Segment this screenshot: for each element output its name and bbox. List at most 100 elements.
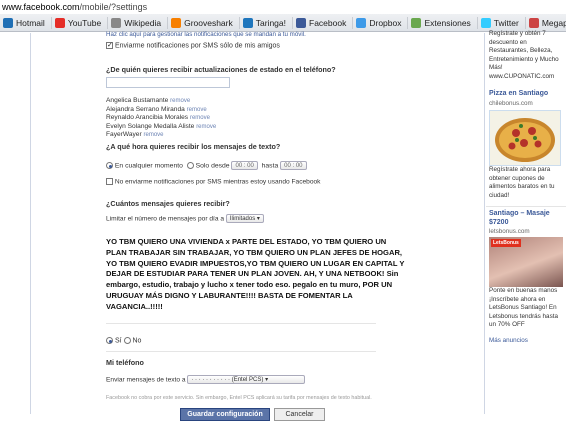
- no-radio[interactable]: [123, 337, 131, 344]
- more-ads-link[interactable]: Más anuncios: [489, 337, 528, 344]
- limit-select[interactable]: Ilimitados ▾: [225, 214, 264, 223]
- bookmark-label: Extensiones: [424, 17, 471, 28]
- ad-cuponatic[interactable]: Regístrate y obtén 7 descuento en Restau…: [489, 30, 566, 81]
- ad-pizza-body: Regístrate ahora para obtener cupones de…: [489, 166, 555, 199]
- phone-number-value: · · · · · · · · · · ·: [191, 377, 231, 383]
- remove-friend-link[interactable]: remove: [144, 132, 164, 138]
- bookmark-favicon-icon: [296, 17, 306, 28]
- no-sms-while-online-label: No enviarme notificaciones por SMS mient…: [114, 178, 321, 186]
- from-time-select[interactable]: 00 : 00: [231, 161, 258, 170]
- friend-name: Reynaldo Arancibia Morales: [106, 114, 189, 122]
- bookmark-label: YouTube: [67, 17, 102, 28]
- bookmark-label: Megapost de Película: [541, 17, 566, 28]
- friends-list: Angelica Bustamante remove Alejandra Serr…: [106, 97, 216, 140]
- ad-pizza-title[interactable]: Pizza en Santiago: [489, 90, 548, 97]
- friend-search-input-wrap: [106, 77, 230, 90]
- bookmark-item[interactable]: Facebook: [293, 16, 354, 29]
- only-from-label: Solo desde: [195, 162, 230, 170]
- bookmark-favicon-icon: [480, 17, 491, 28]
- left-gutter: [0, 33, 30, 414]
- time-options-row: En cualquier momento Solo desde 00 : 00 …: [106, 161, 307, 170]
- bookmark-favicon-icon: [356, 17, 367, 28]
- pizza-icon: [495, 118, 555, 162]
- status-text: YO TBM QUIERO UNA VIVIENDA x PARTE DEL E…: [106, 237, 405, 311]
- friend-row: Angelica Bustamante remove: [106, 97, 216, 106]
- friend-name: Angelica Bustamante: [106, 97, 169, 104]
- phone-heading: Mi teléfono: [106, 358, 144, 367]
- massage-image[interactable]: LetsBonus: [489, 237, 563, 287]
- page: Haz clic aquí para gestionar las notific…: [0, 30, 566, 421]
- manage-notifications-link[interactable]: Haz clic aquí para gestionar las notific…: [106, 31, 306, 38]
- ad-massage-title[interactable]: Santiago – Masaje $7200: [489, 209, 566, 227]
- bookmark-item[interactable]: Megapost de Película: [526, 17, 566, 29]
- url-path: /mobile/?settings: [79, 2, 148, 12]
- friend-name: Evelyn Solange Medalla Aliste: [106, 122, 195, 130]
- bookmark-label: Taringa!: [255, 17, 286, 28]
- bookmark-label: Wikipedia: [124, 17, 162, 28]
- remove-friend-link[interactable]: remove: [196, 124, 216, 130]
- no-label: No: [132, 337, 142, 345]
- bookmark-item[interactable]: Taringa!: [240, 16, 293, 29]
- limit-row: Limitar el número de mensajes por día a …: [106, 214, 264, 223]
- bookmark-item[interactable]: YouTube: [52, 16, 109, 29]
- bookmarks-bar: Hotmail YouTube Wikipedia Grooveshark Taring…: [0, 14, 566, 32]
- sidebar-divider: [486, 206, 566, 207]
- ad-massage-body: Ponte en buenas manos ¡Inscríbete ahora …: [489, 287, 558, 328]
- carrier-label: (Entel PCS): [231, 377, 264, 383]
- divider: [106, 351, 376, 352]
- limit-label: Limitar el número de mensajes por día a: [106, 215, 225, 223]
- bookmark-label: Grooveshark: [184, 17, 233, 28]
- url-host: www.facebook.com: [2, 2, 80, 12]
- ads-sidebar: Regístrate y obtén 7 descuento en Restau…: [486, 30, 566, 414]
- phone-number-select[interactable]: · · · · · · · · · · · (Entel PCS) ▾: [187, 375, 306, 384]
- any-time-label: En cualquier momento: [114, 162, 183, 170]
- bookmark-item[interactable]: Wikipedia: [108, 16, 169, 29]
- sms-friends-only-row[interactable]: ✓ Enviarme notificaciones por SMS sólo d…: [106, 42, 280, 49]
- bookmark-item[interactable]: Hotmail: [0, 16, 52, 29]
- bookmark-favicon-icon: [54, 17, 65, 28]
- sms-friends-only-label: Enviarme notificaciones por SMS sólo de …: [114, 42, 280, 50]
- send-to-label: Enviar mensajes de texto a: [106, 376, 186, 384]
- time-heading: ¿A qué hora quieres recibir los mensajes…: [106, 142, 281, 151]
- ad-cuponatic-prefix: Regístrate y obtén 7: [489, 30, 546, 37]
- yes-radio[interactable]: [106, 337, 113, 344]
- ad-cuponatic-body: descuento en Restaurantes, Belleza, Entr…: [489, 38, 559, 80]
- cancel-button[interactable]: Cancelar: [274, 408, 325, 421]
- phone-row: Enviar mensajes de texto a · · · · · · ·…: [106, 375, 306, 384]
- bookmark-item[interactable]: Extensiones: [408, 16, 478, 29]
- no-sms-while-online-row[interactable]: No enviarme notificaciones por SMS mient…: [106, 178, 320, 185]
- no-sms-while-online-checkbox[interactable]: [106, 178, 113, 185]
- save-settings-button[interactable]: Guardar configuración: [180, 408, 270, 421]
- bookmark-favicon-icon: [411, 17, 422, 28]
- bookmark-label: Dropbox: [369, 17, 402, 28]
- bookmark-item[interactable]: Dropbox: [353, 16, 409, 29]
- friend-row: FayerWayer remove: [106, 131, 216, 140]
- remove-friend-link[interactable]: remove: [190, 115, 210, 121]
- bookmark-label: Twitter: [493, 17, 519, 28]
- letsbonus-logo: LetsBonus: [491, 239, 521, 247]
- ad-pizza-domain: chilebonus.com: [489, 100, 533, 107]
- pizza-image[interactable]: [489, 110, 561, 166]
- bookmark-label: Facebook: [309, 17, 347, 28]
- remove-friend-link[interactable]: remove: [187, 107, 207, 113]
- friend-name: FayerWayer: [106, 131, 142, 139]
- updates-heading: ¿De quién quieres recibir actualizacione…: [106, 65, 336, 74]
- limit-heading: ¿Cuántos mensajes quieres recibir?: [106, 199, 230, 208]
- limit-select-value: Ilimitados: [229, 216, 256, 222]
- bookmark-label: Hotmail: [16, 17, 45, 28]
- any-time-radio[interactable]: [106, 162, 113, 169]
- friend-search-input[interactable]: [106, 77, 230, 88]
- address-bar[interactable]: www.facebook.com/mobile/?settings: [0, 0, 566, 14]
- until-label: hasta: [261, 162, 279, 170]
- bookmark-item[interactable]: Grooveshark: [168, 16, 240, 29]
- friend-row: Evelyn Solange Medalla Aliste remove: [106, 123, 216, 132]
- only-from-radio[interactable]: [186, 162, 194, 169]
- bookmark-item[interactable]: Twitter: [478, 16, 526, 29]
- settings-panel: Haz clic aquí para gestionar las notific…: [30, 31, 485, 421]
- until-time-select[interactable]: 00 : 00: [280, 161, 307, 170]
- bookmark-favicon-icon: [3, 17, 13, 28]
- bookmark-favicon-icon: [242, 17, 253, 28]
- sms-friends-only-checkbox[interactable]: ✓: [106, 42, 113, 49]
- remove-friend-link[interactable]: remove: [170, 98, 190, 104]
- friend-row: Alejandra Serrano Miranda remove: [106, 106, 216, 115]
